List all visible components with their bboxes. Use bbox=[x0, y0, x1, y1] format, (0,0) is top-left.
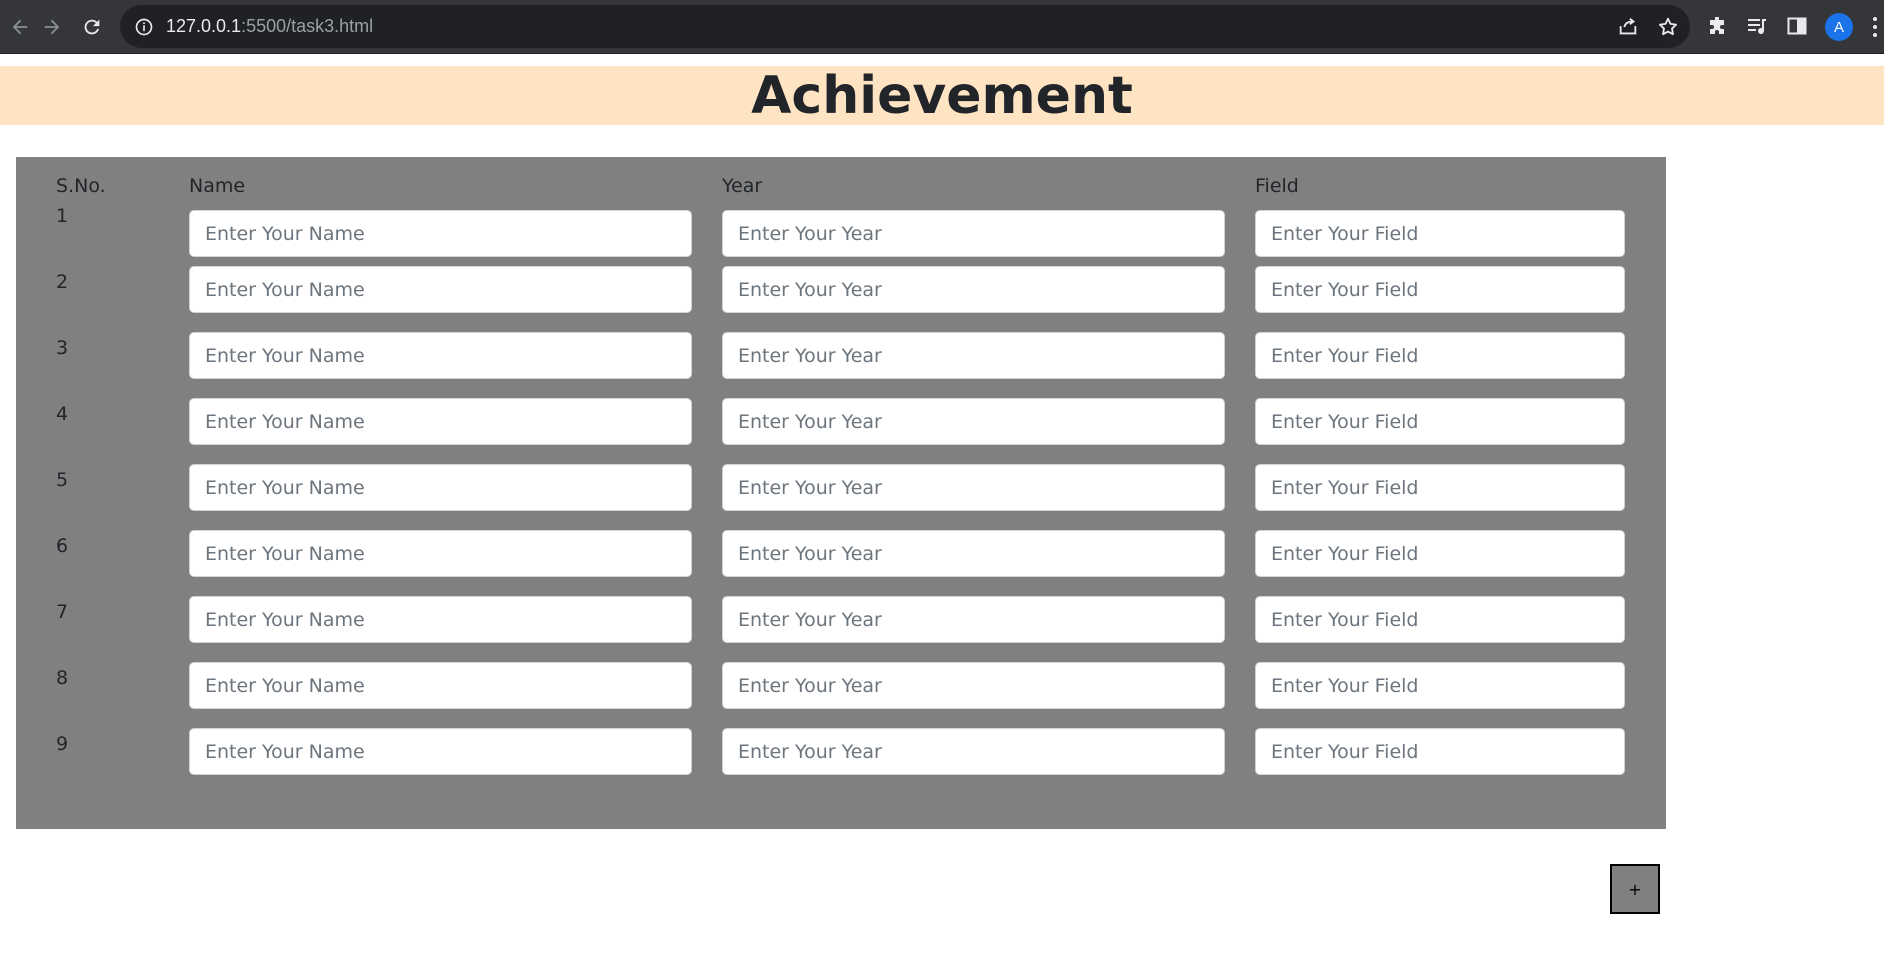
table-cell-field bbox=[1255, 527, 1666, 593]
field-input[interactable] bbox=[1255, 464, 1625, 511]
row-serial-number: 4 bbox=[56, 403, 69, 425]
table-cell-year bbox=[722, 461, 1255, 527]
page-title: Achievement bbox=[751, 65, 1133, 126]
table-cell-name bbox=[189, 725, 722, 791]
row-serial-number: 3 bbox=[56, 337, 69, 359]
table-cell-year bbox=[722, 329, 1255, 395]
year-input[interactable] bbox=[722, 464, 1225, 511]
row-serial-number: 7 bbox=[56, 601, 69, 623]
year-input[interactable] bbox=[722, 530, 1225, 577]
table-row: 1 bbox=[16, 197, 1666, 263]
name-input[interactable] bbox=[189, 662, 692, 709]
name-input[interactable] bbox=[189, 464, 692, 511]
year-input[interactable] bbox=[722, 728, 1225, 775]
table-cell-year bbox=[722, 395, 1255, 461]
side-panel-icon[interactable] bbox=[1785, 14, 1809, 38]
table-cell-name bbox=[189, 659, 722, 725]
field-input[interactable] bbox=[1255, 728, 1625, 775]
name-input[interactable] bbox=[189, 530, 692, 577]
table-cell-field bbox=[1255, 197, 1666, 263]
field-input[interactable] bbox=[1255, 332, 1625, 379]
table-cell-field bbox=[1255, 329, 1666, 395]
row-serial-number: 5 bbox=[56, 469, 69, 491]
table-cell-field bbox=[1255, 395, 1666, 461]
table-cell-field bbox=[1255, 461, 1666, 527]
row-serial-number: 6 bbox=[56, 535, 69, 557]
menu-kebab-icon[interactable] bbox=[1871, 15, 1879, 39]
browser-toolbar: 127.0.0.1:5500/task3.html A bbox=[0, 0, 1884, 54]
row-serial-number: 2 bbox=[56, 271, 69, 293]
table-row: 4 bbox=[16, 395, 1666, 461]
field-input[interactable] bbox=[1255, 662, 1625, 709]
address-bar[interactable]: 127.0.0.1:5500/task3.html bbox=[120, 5, 1690, 48]
reload-icon[interactable] bbox=[72, 0, 112, 53]
table-cell-field bbox=[1255, 659, 1666, 725]
table-cell-name bbox=[189, 593, 722, 659]
table-cell-name bbox=[189, 329, 722, 395]
site-info-icon[interactable] bbox=[134, 17, 154, 37]
year-input[interactable] bbox=[722, 596, 1225, 643]
year-input[interactable] bbox=[722, 662, 1225, 709]
year-input[interactable] bbox=[722, 210, 1225, 257]
column-header-name: Name bbox=[189, 175, 246, 197]
table-cell-name bbox=[189, 395, 722, 461]
name-input[interactable] bbox=[189, 728, 692, 775]
achievement-table: S.No. Name Year Field 1 2 3 4 5 6 7 8 9 bbox=[16, 157, 1666, 791]
row-serial-number: 8 bbox=[56, 667, 69, 689]
field-input[interactable] bbox=[1255, 596, 1625, 643]
table-cell-name bbox=[189, 527, 722, 593]
extensions-icon[interactable] bbox=[1705, 14, 1729, 38]
name-input[interactable] bbox=[189, 332, 692, 379]
name-input[interactable] bbox=[189, 398, 692, 445]
table-row: 6 bbox=[16, 527, 1666, 593]
media-queue-icon[interactable] bbox=[1745, 14, 1769, 38]
table-row: 9 bbox=[16, 725, 1666, 791]
field-input[interactable] bbox=[1255, 398, 1625, 445]
table-row: 8 bbox=[16, 659, 1666, 725]
share-icon[interactable] bbox=[1617, 16, 1639, 38]
url-path: :5500/task3.html bbox=[241, 16, 374, 36]
name-input[interactable] bbox=[189, 266, 692, 313]
achievement-table-panel: S.No. Name Year Field 1 2 3 4 5 6 7 8 9 bbox=[16, 157, 1666, 829]
profile-avatar[interactable]: A bbox=[1825, 13, 1853, 41]
table-row: 3 bbox=[16, 329, 1666, 395]
table-cell-year bbox=[722, 197, 1255, 263]
forward-icon[interactable] bbox=[32, 0, 72, 53]
field-input[interactable] bbox=[1255, 210, 1625, 257]
table-cell-field bbox=[1255, 593, 1666, 659]
table-cell-name bbox=[189, 263, 722, 329]
url-host: 127.0.0.1 bbox=[166, 16, 242, 36]
year-input[interactable] bbox=[722, 332, 1225, 379]
table-cell-year bbox=[722, 593, 1255, 659]
table-row: 2 bbox=[16, 263, 1666, 329]
table-cell-name bbox=[189, 461, 722, 527]
row-serial-number: 9 bbox=[56, 733, 69, 755]
year-input[interactable] bbox=[722, 266, 1225, 313]
field-input[interactable] bbox=[1255, 530, 1625, 577]
table-cell-field bbox=[1255, 725, 1666, 791]
heading-banner: Achievement bbox=[0, 65, 1884, 126]
column-header-year: Year bbox=[722, 175, 763, 197]
field-input[interactable] bbox=[1255, 266, 1625, 313]
table-cell-year bbox=[722, 725, 1255, 791]
row-serial-number: 1 bbox=[56, 205, 69, 227]
table-cell-year bbox=[722, 659, 1255, 725]
column-header-field: Field bbox=[1255, 175, 1299, 197]
year-input[interactable] bbox=[722, 398, 1225, 445]
table-cell-year bbox=[722, 527, 1255, 593]
name-input[interactable] bbox=[189, 596, 692, 643]
table-row: 7 bbox=[16, 593, 1666, 659]
table-row: 5 bbox=[16, 461, 1666, 527]
table-cell-field bbox=[1255, 263, 1666, 329]
add-row-button[interactable]: + bbox=[1610, 864, 1660, 914]
bookmark-star-icon[interactable] bbox=[1657, 16, 1679, 38]
table-cell-year bbox=[722, 263, 1255, 329]
table-header-row: S.No. Name Year Field bbox=[16, 157, 1666, 197]
column-header-sno: S.No. bbox=[56, 175, 106, 197]
table-cell-name bbox=[189, 197, 722, 263]
name-input[interactable] bbox=[189, 210, 692, 257]
url-text: 127.0.0.1:5500/task3.html bbox=[166, 16, 373, 37]
